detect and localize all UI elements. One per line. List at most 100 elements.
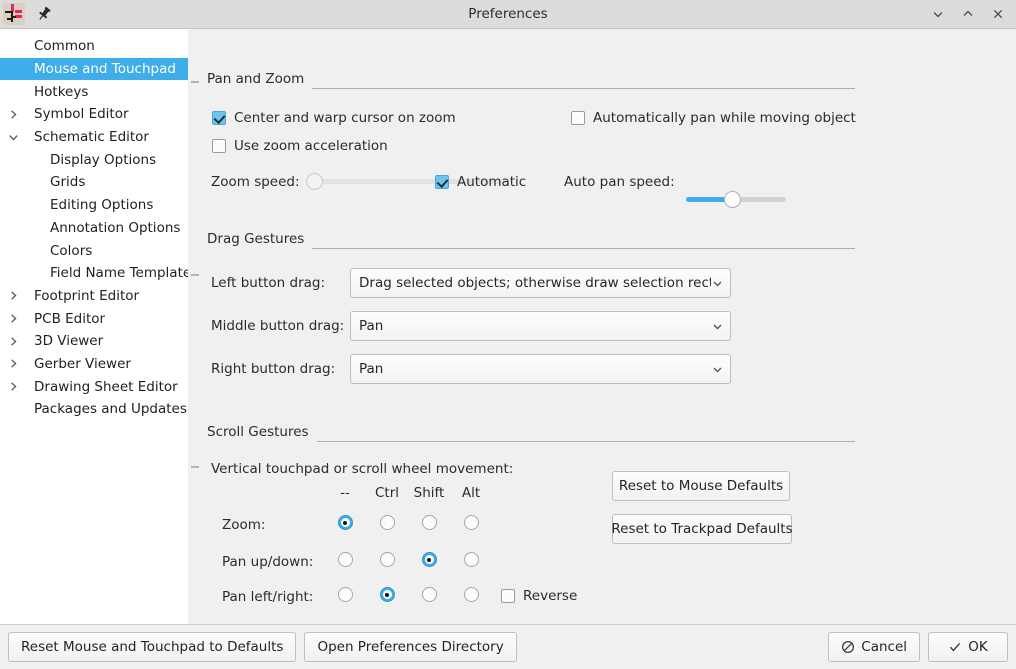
slider-knob[interactable] [306,173,323,190]
combobox-value: Drag selected objects; otherwise draw se… [359,275,711,291]
checkbox-label: Use zoom acceleration [234,138,388,154]
sidebar-item-label: Annotation Options [50,219,181,236]
kicad-schematic-icon [3,3,25,25]
cancel-button[interactable]: Cancel [828,632,920,662]
sidebar-item-hotkeys[interactable]: Hotkeys [0,80,188,103]
radio-cell[interactable] [366,515,408,530]
sidebar-item-gerber-viewer[interactable]: Gerber Viewer [0,353,188,376]
sidebar-item-label: Gerber Viewer [34,355,131,372]
minimize-button[interactable] [928,4,948,24]
scroll-row-radiogroup-2 [324,587,492,602]
zoom-acceleration-checkbox[interactable]: Use zoom acceleration [212,138,388,154]
radio-pan-left-right-ctrl[interactable] [379,587,395,602]
checkbox-label: Reverse [523,588,578,604]
open-preferences-directory-button[interactable]: Open Preferences Directory [304,632,517,662]
reset-to-mouse-defaults-button[interactable]: Reset to Mouse Defaults [612,471,790,501]
radio-zoom-ctrl[interactable] [379,515,395,530]
reset-mouse-touchpad-defaults-button[interactable]: Reset Mouse and Touchpad to Defaults [8,632,297,662]
sidebar-item-display-options[interactable]: Display Options [0,148,188,171]
radio-cell[interactable] [450,552,492,567]
radio-cell[interactable] [366,552,408,567]
auto-pan-speed-slider[interactable] [686,190,786,208]
reset-to-trackpad-defaults-button[interactable]: Reset to Trackpad Defaults [611,514,793,544]
radio-cell[interactable] [450,587,492,602]
check-icon [948,640,962,654]
checkbox-box [501,589,515,603]
sidebar-item-label: Hotkeys [34,83,89,100]
left-button-drag-label: Left button drag: [211,275,326,291]
close-button[interactable] [988,4,1008,24]
left-button-drag-combobox[interactable]: Drag selected objects; otherwise draw se… [350,268,731,298]
sidebar-item-packages-and-updates[interactable]: Packages and Updates [0,398,188,421]
chevron-down-icon [711,363,724,376]
sidebar-splitter[interactable] [188,29,202,624]
combobox-value: Pan [359,361,384,377]
sidebar-item-label: Grids [50,174,86,191]
middle-button-drag-combobox[interactable]: Pan [350,311,731,341]
right-button-drag-combobox[interactable]: Pan [350,354,731,384]
reverse-checkbox[interactable]: Reverse [501,588,577,604]
chevron-right-icon[interactable] [2,357,24,370]
pin-icon[interactable] [35,5,53,23]
radio-pan-left-right-shift[interactable] [421,587,437,602]
radio-cell[interactable] [408,552,450,567]
middle-button-drag-label: Middle button drag: [211,318,345,334]
sidebar-item-label: Editing Options [50,197,154,214]
section-title: Pan and Zoom [207,71,305,87]
sidebar-item-field-name-templates[interactable]: Field Name Templates [0,262,188,285]
radio-pan-up-down-alt[interactable] [463,552,479,567]
title-bar: Preferences [0,0,1016,29]
radio-pan-up-down-ctrl[interactable] [379,552,395,567]
preferences-sidebar[interactable]: Common Mouse and Touchpad Hotkeys Symbol Ed… [0,29,188,624]
section-title: Scroll Gestures [207,424,309,440]
sidebar-item-mouse-and-touchpad[interactable]: Mouse and Touchpad [0,57,188,81]
sidebar-item-common[interactable]: Common [0,35,188,58]
radio-cell[interactable] [408,587,450,602]
sidebar-item-label: Schematic Editor [34,129,149,146]
center-warp-cursor-checkbox[interactable]: Center and warp cursor on zoom [212,110,456,126]
sidebar-item-label: Drawing Sheet Editor [34,378,178,395]
radio-cell[interactable] [408,515,450,530]
sidebar-item-colors[interactable]: Colors [0,239,188,262]
sidebar-item-footprint-editor[interactable]: Footprint Editor [0,285,188,308]
sidebar-item-drawing-sheet-editor[interactable]: Drawing Sheet Editor [0,375,188,398]
scroll-row-radiogroup-0 [324,515,492,530]
ok-button[interactable]: OK [928,632,1008,662]
chevron-right-icon[interactable] [2,380,24,393]
sidebar-item-annotation-options[interactable]: Annotation Options [0,217,188,240]
sidebar-item-pcb-editor[interactable]: PCB Editor [0,307,188,330]
sidebar-item-symbol-editor[interactable]: Symbol Editor [0,103,188,126]
radio-cell[interactable] [324,587,366,602]
column-header-shift: Shift [413,485,445,501]
radio-zoom-none[interactable] [337,515,353,530]
divider [312,87,855,89]
chevron-down-icon[interactable] [2,131,24,144]
radio-cell[interactable] [324,552,366,567]
chevron-right-icon[interactable] [2,289,24,302]
auto-pan-moving-object-checkbox[interactable]: Automatically pan while moving object [571,110,856,126]
radio-pan-up-down-shift[interactable] [421,552,437,567]
automatic-zoom-speed-checkbox[interactable]: Automatic [435,174,526,190]
chevron-right-icon[interactable] [2,335,24,348]
sidebar-item-3d-viewer[interactable]: 3D Viewer [0,330,188,353]
radio-zoom-shift[interactable] [421,515,437,530]
sidebar-item-label: Colors [50,242,93,259]
sidebar-item-editing-options[interactable]: Editing Options [0,194,188,217]
radio-pan-left-right-none[interactable] [337,587,353,602]
dialog-footer: Reset Mouse and Touchpad to Defaults Ope… [0,624,1016,669]
chevron-right-icon[interactable] [2,108,24,121]
radio-cell[interactable] [366,587,408,602]
sidebar-item-label: Packages and Updates [34,401,187,418]
maximize-button[interactable] [958,4,978,24]
checkbox-box [212,139,226,153]
radio-cell[interactable] [450,515,492,530]
chevron-right-icon[interactable] [2,312,24,325]
scroll-matrix-header: -- Ctrl Shift Alt [324,485,492,501]
slider-knob[interactable] [724,191,741,208]
sidebar-item-grids[interactable]: Grids [0,171,188,194]
radio-zoom-alt[interactable] [463,515,479,530]
radio-pan-left-right-alt[interactable] [463,587,479,602]
sidebar-item-schematic-editor[interactable]: Schematic Editor [0,126,188,149]
radio-cell[interactable] [324,515,366,530]
radio-pan-up-down-none[interactable] [337,552,353,567]
